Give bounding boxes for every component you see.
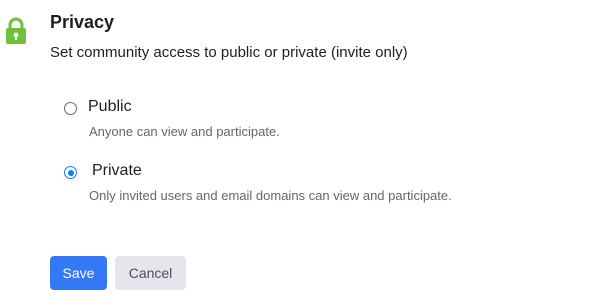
- section-title: Privacy: [50, 12, 115, 32]
- cancel-button[interactable]: Cancel: [115, 256, 186, 290]
- public-option-description: Anyone can view and participate.: [89, 124, 280, 139]
- section-description: Set community access to public or privat…: [50, 44, 408, 61]
- private-option-label[interactable]: Private: [92, 162, 142, 180]
- public-radio[interactable]: [64, 102, 77, 115]
- save-button[interactable]: Save: [50, 256, 107, 290]
- private-radio[interactable]: [64, 166, 77, 179]
- lock-icon: [4, 16, 28, 46]
- private-option-description: Only invited users and email domains can…: [89, 188, 452, 203]
- public-option-label[interactable]: Public: [88, 98, 132, 116]
- privacy-settings-panel: Privacy Set community access to public o…: [0, 0, 601, 308]
